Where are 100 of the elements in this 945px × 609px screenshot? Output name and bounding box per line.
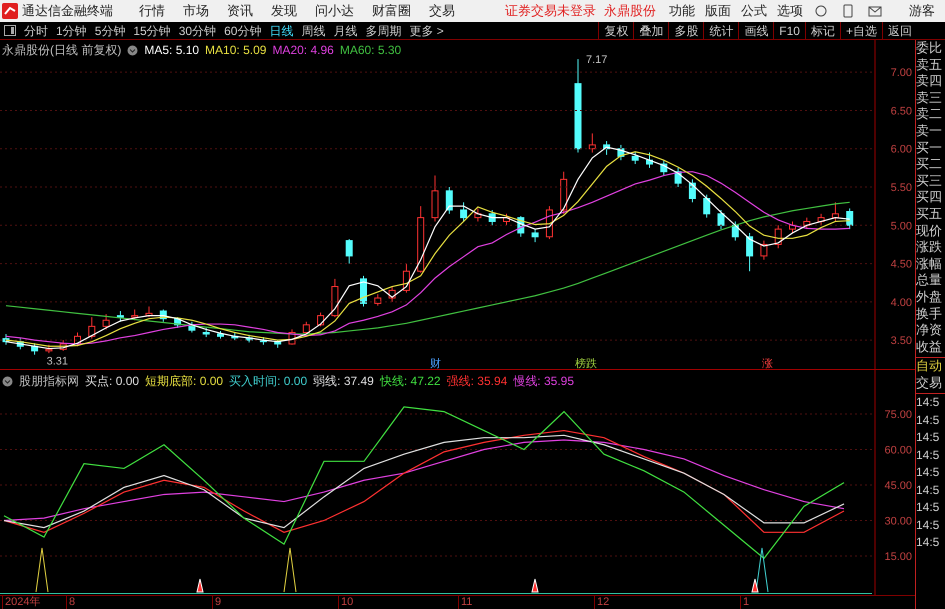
- menu-item[interactable]: 市场: [183, 1, 209, 21]
- legend-value: 短期底部: 0.00: [145, 373, 224, 390]
- toolbar-button[interactable]: 返回: [882, 22, 917, 40]
- candlestick: [2, 334, 10, 346]
- candlestick: [503, 213, 510, 226]
- candlestick: [346, 238, 353, 264]
- price-tick-label: 3.50: [890, 335, 912, 348]
- menu-item[interactable]: 资讯: [227, 1, 253, 21]
- candlestick: [160, 309, 167, 322]
- quote-label: 收益: [916, 338, 943, 356]
- menu-item[interactable]: 版面: [705, 1, 731, 21]
- user-name[interactable]: 游客: [909, 1, 935, 21]
- candlestick: [617, 144, 624, 161]
- menu-item[interactable]: 公式: [741, 1, 767, 21]
- menu-item[interactable]: 行情: [139, 1, 165, 21]
- panel-toggle-icon[interactable]: [4, 25, 16, 36]
- quote-label: 涨跌: [916, 239, 943, 256]
- indicator-tick-label: 45.00: [884, 480, 912, 492]
- trade-time: 14:5: [916, 482, 940, 499]
- candlestick: [603, 140, 610, 156]
- period-tab[interactable]: 30分钟: [174, 22, 220, 40]
- date-axis-label: 9: [212, 595, 222, 609]
- menu-item[interactable]: 发现: [271, 1, 297, 21]
- candlestick: [317, 312, 324, 327]
- candlestick: [774, 224, 782, 249]
- quote-label: 换手: [916, 306, 943, 322]
- period-tab[interactable]: 5分钟: [90, 22, 130, 40]
- candlestick: [174, 316, 182, 328]
- menu-item[interactable]: 财富圈: [372, 1, 411, 21]
- toolbar-button[interactable]: 复权: [598, 22, 634, 40]
- menu-item[interactable]: 问小达: [315, 1, 354, 21]
- period-tab[interactable]: 1分钟: [52, 22, 91, 40]
- dropdown-icon[interactable]: [127, 44, 138, 56]
- candlestick: [560, 171, 568, 214]
- candlestick: [632, 152, 639, 165]
- candlestick: [31, 342, 38, 356]
- toolbar-button[interactable]: 画线: [738, 22, 774, 40]
- dropdown-icon[interactable]: [2, 376, 13, 386]
- toolbar-button[interactable]: 叠加: [633, 22, 668, 40]
- signal-label: 榜跌: [575, 358, 597, 370]
- candlestick: [446, 186, 453, 214]
- trade-tab[interactable]: 交易: [916, 374, 945, 392]
- candlestick: [517, 216, 524, 238]
- quote-label: 外盘: [916, 288, 943, 306]
- period-tab[interactable]: 周线: [297, 22, 330, 40]
- candlestick: [288, 328, 296, 346]
- quote-label: 委比: [916, 40, 943, 57]
- toolbar-button[interactable]: 标记: [804, 22, 840, 40]
- candlestick: [102, 314, 110, 330]
- quote-label: 卖二: [916, 106, 943, 123]
- date-axis-label: 10: [338, 595, 354, 609]
- trade-time: 14:5: [916, 499, 940, 516]
- quote-label: 买五: [916, 206, 943, 223]
- mail-icon[interactable]: [868, 6, 882, 16]
- more-link[interactable]: 更多 >: [405, 22, 448, 40]
- price-tick-label: 5.00: [890, 220, 912, 232]
- status-text: 证券交易未登录: [505, 2, 596, 20]
- period-tab[interactable]: 多周期: [361, 22, 406, 40]
- toolbar-button[interactable]: +自选: [840, 22, 882, 40]
- period-tab[interactable]: 月线: [329, 22, 362, 40]
- signal-label: 财: [430, 358, 441, 370]
- quote-label: 卖三: [916, 90, 943, 106]
- legend-value: 慢线: 35.95: [513, 373, 574, 390]
- quote-label: 买二: [916, 156, 943, 173]
- candlestick: [818, 213, 825, 226]
- legend-value: 买点: 0.00: [85, 373, 140, 390]
- period-tab[interactable]: 分时: [20, 22, 52, 40]
- date-axis-label: 1: [740, 595, 750, 609]
- trade-time: 14:5: [916, 412, 940, 429]
- price-tick-label: 4.50: [890, 258, 912, 271]
- legend-value: 快线: 47.22: [380, 373, 441, 390]
- indicator-tick-label: 30.00: [884, 516, 912, 528]
- candlestick: [674, 167, 682, 188]
- menu-item[interactable]: 选项: [777, 1, 803, 21]
- indicator-tick-label: 15.00: [884, 551, 912, 563]
- candlestick: [60, 340, 67, 352]
- candlestick: [88, 316, 96, 340]
- toolbar-button[interactable]: F10: [773, 22, 805, 40]
- menu-item[interactable]: 交易: [429, 1, 455, 21]
- menu-item[interactable]: 功能: [669, 1, 695, 21]
- phone-icon[interactable]: [842, 4, 854, 18]
- high-price-label: 7.17: [586, 54, 608, 66]
- low-price-label: 3.31: [46, 356, 68, 368]
- candlestick: [360, 275, 367, 307]
- indicator-title: 股朋指标网: [19, 373, 79, 390]
- date-axis-label: 8: [66, 595, 76, 609]
- toolbar-button[interactable]: 多股: [668, 22, 704, 40]
- trade-tab[interactable]: 自动: [916, 358, 945, 375]
- period-tab[interactable]: 15分钟: [129, 22, 175, 40]
- price-tick-label: 5.50: [890, 182, 912, 194]
- candlestick: [746, 232, 754, 272]
- quote-label: 卖四: [916, 73, 943, 90]
- quote-label: 买三: [916, 172, 943, 190]
- candlestick: [217, 330, 224, 340]
- period-tab[interactable]: 60分钟: [220, 22, 266, 40]
- toolbar-button[interactable]: 统计: [703, 22, 738, 40]
- period-tab[interactable]: 日线: [265, 22, 298, 40]
- candlestick: [274, 340, 282, 348]
- quote-label: 涨幅: [916, 256, 943, 272]
- candlestick: [789, 220, 796, 234]
